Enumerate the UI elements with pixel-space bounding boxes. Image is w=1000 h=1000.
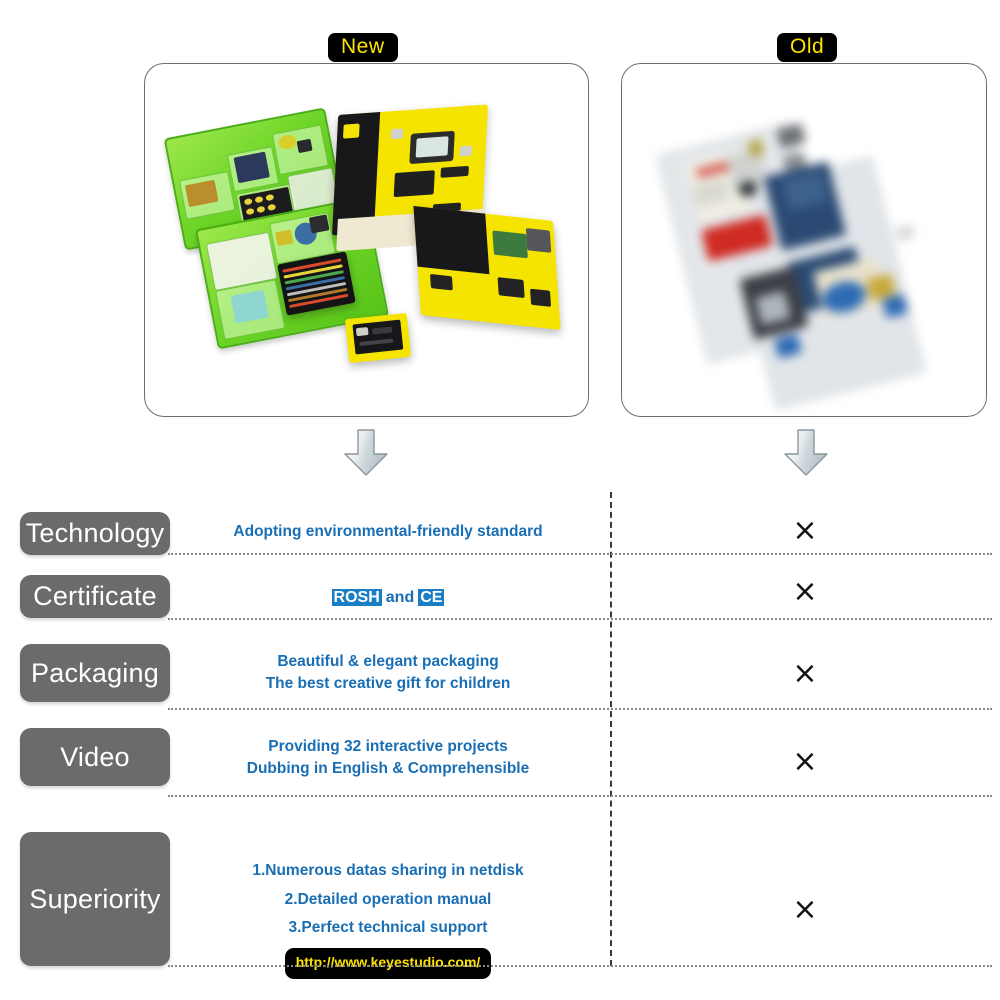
table-row: Certificate ROSH and CE × (0, 553, 1000, 620)
breadboard-module (344, 312, 412, 364)
new-product-photo (145, 64, 588, 416)
old-value-technology: × (792, 513, 818, 548)
table-row: Superiority 1.Numerous datas sharing in … (0, 795, 1000, 979)
old-product-image-frame (621, 63, 987, 417)
category-label-packaging: Packaging (20, 644, 170, 702)
old-column-badge: Old (777, 33, 838, 62)
old-value-packaging: × (792, 656, 818, 691)
cert-ce-badge: CE (418, 589, 445, 606)
table-row: Packaging Beautiful & elegant packaging … (0, 618, 1000, 710)
row-divider (168, 965, 992, 967)
comparison-table: Technology Adopting environmental-friend… (0, 480, 1000, 980)
new-column-badge: New (328, 33, 398, 62)
down-arrow-icon-new (338, 424, 394, 485)
category-label-video: Video (20, 728, 170, 786)
old-value-video: × (792, 744, 818, 779)
new-value-packaging: Beautiful & elegant packaging The best c… (265, 653, 511, 692)
cert-rosh-badge: ROSH (331, 589, 382, 606)
new-product-image-frame (144, 63, 589, 417)
new-value-certificate: ROSH and CE (176, 587, 600, 610)
website-url-badge[interactable]: http://www.keyestudio.com/ (284, 948, 492, 979)
cert-and-text: and (385, 589, 415, 606)
table-row: Technology Adopting environmental-friend… (0, 480, 1000, 555)
old-product-photo (622, 64, 986, 416)
category-label-superiority: Superiority (20, 832, 170, 966)
yellow-leaflet (413, 206, 561, 330)
category-label-technology: Technology (20, 512, 170, 555)
new-value-superiority: 1.Numerous datas sharing in netdisk 2.De… (176, 857, 600, 979)
new-value-technology: Adopting environmental-friendly standard (233, 523, 543, 540)
old-value-superiority: × (792, 892, 818, 927)
category-label-certificate: Certificate (20, 575, 170, 618)
down-arrow-icon-old (778, 424, 834, 485)
table-row: Video Providing 32 interactive projects … (0, 708, 1000, 797)
new-value-video: Providing 32 interactive projects Dubbin… (246, 738, 530, 777)
old-value-certificate: × (792, 574, 818, 609)
